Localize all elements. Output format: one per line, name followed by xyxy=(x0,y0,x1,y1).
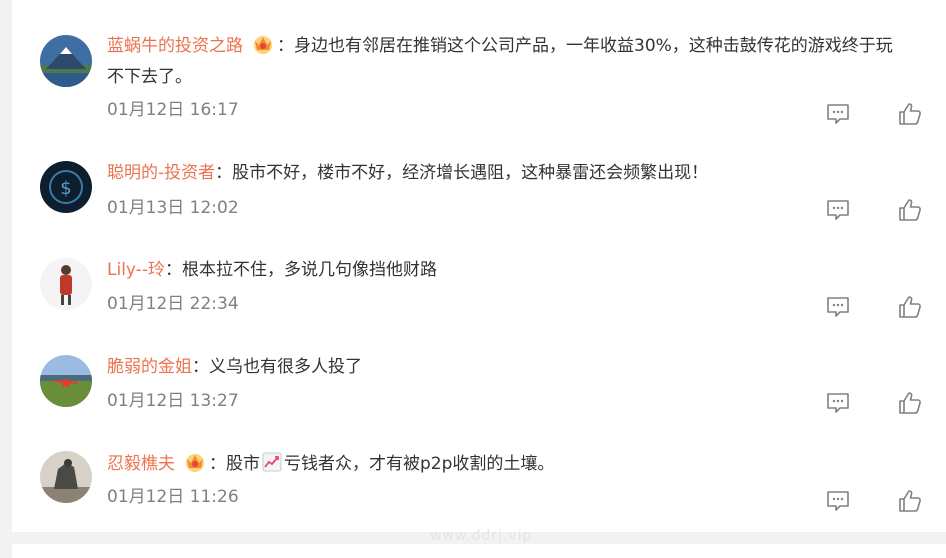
next-card-edge xyxy=(12,544,946,558)
crown-badge-icon xyxy=(183,450,207,474)
svg-text:$: $ xyxy=(60,178,71,199)
comment-text: 脆弱的金姐：义乌也有很多人投了 xyxy=(107,352,942,383)
avatar[interactable] xyxy=(40,35,92,87)
avatar-mountain-image xyxy=(40,35,92,87)
comment-time: 01月12日 13:27 xyxy=(107,391,239,411)
avatar-landscape-image xyxy=(40,355,92,407)
comment-icon xyxy=(827,200,849,220)
username-link[interactable]: 忍毅樵夫 xyxy=(107,454,175,474)
reply-button[interactable] xyxy=(825,488,851,514)
thumbs-up-icon xyxy=(899,103,921,125)
username-link[interactable]: Lily--玲 xyxy=(107,260,165,280)
avatar-dark-image: $ xyxy=(40,161,92,213)
comment-body: ：根本拉不住，多说几句像挡他财路 xyxy=(164,260,437,280)
comment-icon xyxy=(827,491,849,511)
thumbs-up-icon xyxy=(899,199,921,221)
like-button[interactable] xyxy=(897,390,923,416)
username-link[interactable]: 脆弱的金姐 xyxy=(107,357,192,377)
thumbs-up-icon xyxy=(899,296,921,318)
watermark: www.ddrj.vip xyxy=(430,528,533,544)
comment-body: ：身边也有邻居在推销这个公司产品，一年收益30%，这种击鼓传花的游戏终于玩 xyxy=(277,36,893,56)
avatar-person-image xyxy=(40,258,92,310)
thumbs-up-icon xyxy=(899,490,921,512)
comment-body-continued: 不下去了。 xyxy=(107,67,192,87)
comment-icon xyxy=(827,297,849,317)
comment-body: ：股市 xyxy=(209,454,260,474)
avatar[interactable] xyxy=(40,451,92,503)
avatar-statue-image xyxy=(40,451,92,503)
comment-time: 01月12日 22:34 xyxy=(107,294,239,314)
reply-button[interactable] xyxy=(825,101,851,127)
reply-button[interactable] xyxy=(825,197,851,223)
like-button[interactable] xyxy=(897,101,923,127)
comment-icon xyxy=(827,393,849,413)
crown-badge-icon xyxy=(251,32,275,56)
comment-body: ：义乌也有很多人投了 xyxy=(192,357,362,377)
comment-text: 聪明的-投资者：股市不好，楼市不好，经济增长遇阻，这种暴雷还会频繁出现！ xyxy=(107,158,942,189)
avatar[interactable]: $ xyxy=(40,161,92,213)
reply-button[interactable] xyxy=(825,390,851,416)
comment-time: 01月12日 11:26 xyxy=(107,487,239,507)
comment-time: 01月13日 12:02 xyxy=(107,198,239,218)
username-link[interactable]: 蓝蜗牛的投资之路 xyxy=(107,36,243,56)
comment-list: 蓝蜗牛的投资之路 ：身边也有邻居在推销这个公司产品，一年收益30%，这种击鼓传花的… xyxy=(12,0,946,532)
comment-text: 忍毅樵夫 ：股市 亏钱者众，才有被p2p收割的土壤。 xyxy=(107,449,942,480)
comment-body-continued: 亏钱者众，才有被p2p收割的土壤。 xyxy=(284,454,555,474)
username-link[interactable]: 聪明的-投资者 xyxy=(107,163,215,183)
comment-body: ：股市不好，楼市不好，经济增长遇阻，这种暴雷还会频繁出现！ xyxy=(215,163,709,183)
like-button[interactable] xyxy=(897,197,923,223)
chart-up-emoji-icon xyxy=(262,452,282,472)
thumbs-up-icon xyxy=(899,392,921,414)
comment-icon xyxy=(827,104,849,124)
avatar[interactable] xyxy=(40,258,92,310)
comment-text: 蓝蜗牛的投资之路 ：身边也有邻居在推销这个公司产品，一年收益30%，这种击鼓传花的… xyxy=(107,31,942,93)
reply-button[interactable] xyxy=(825,294,851,320)
like-button[interactable] xyxy=(897,294,923,320)
comment-time: 01月12日 16:17 xyxy=(107,100,239,120)
comment-text: Lily--玲：根本拉不住，多说几句像挡他财路 xyxy=(107,255,942,286)
like-button[interactable] xyxy=(897,488,923,514)
avatar[interactable] xyxy=(40,355,92,407)
